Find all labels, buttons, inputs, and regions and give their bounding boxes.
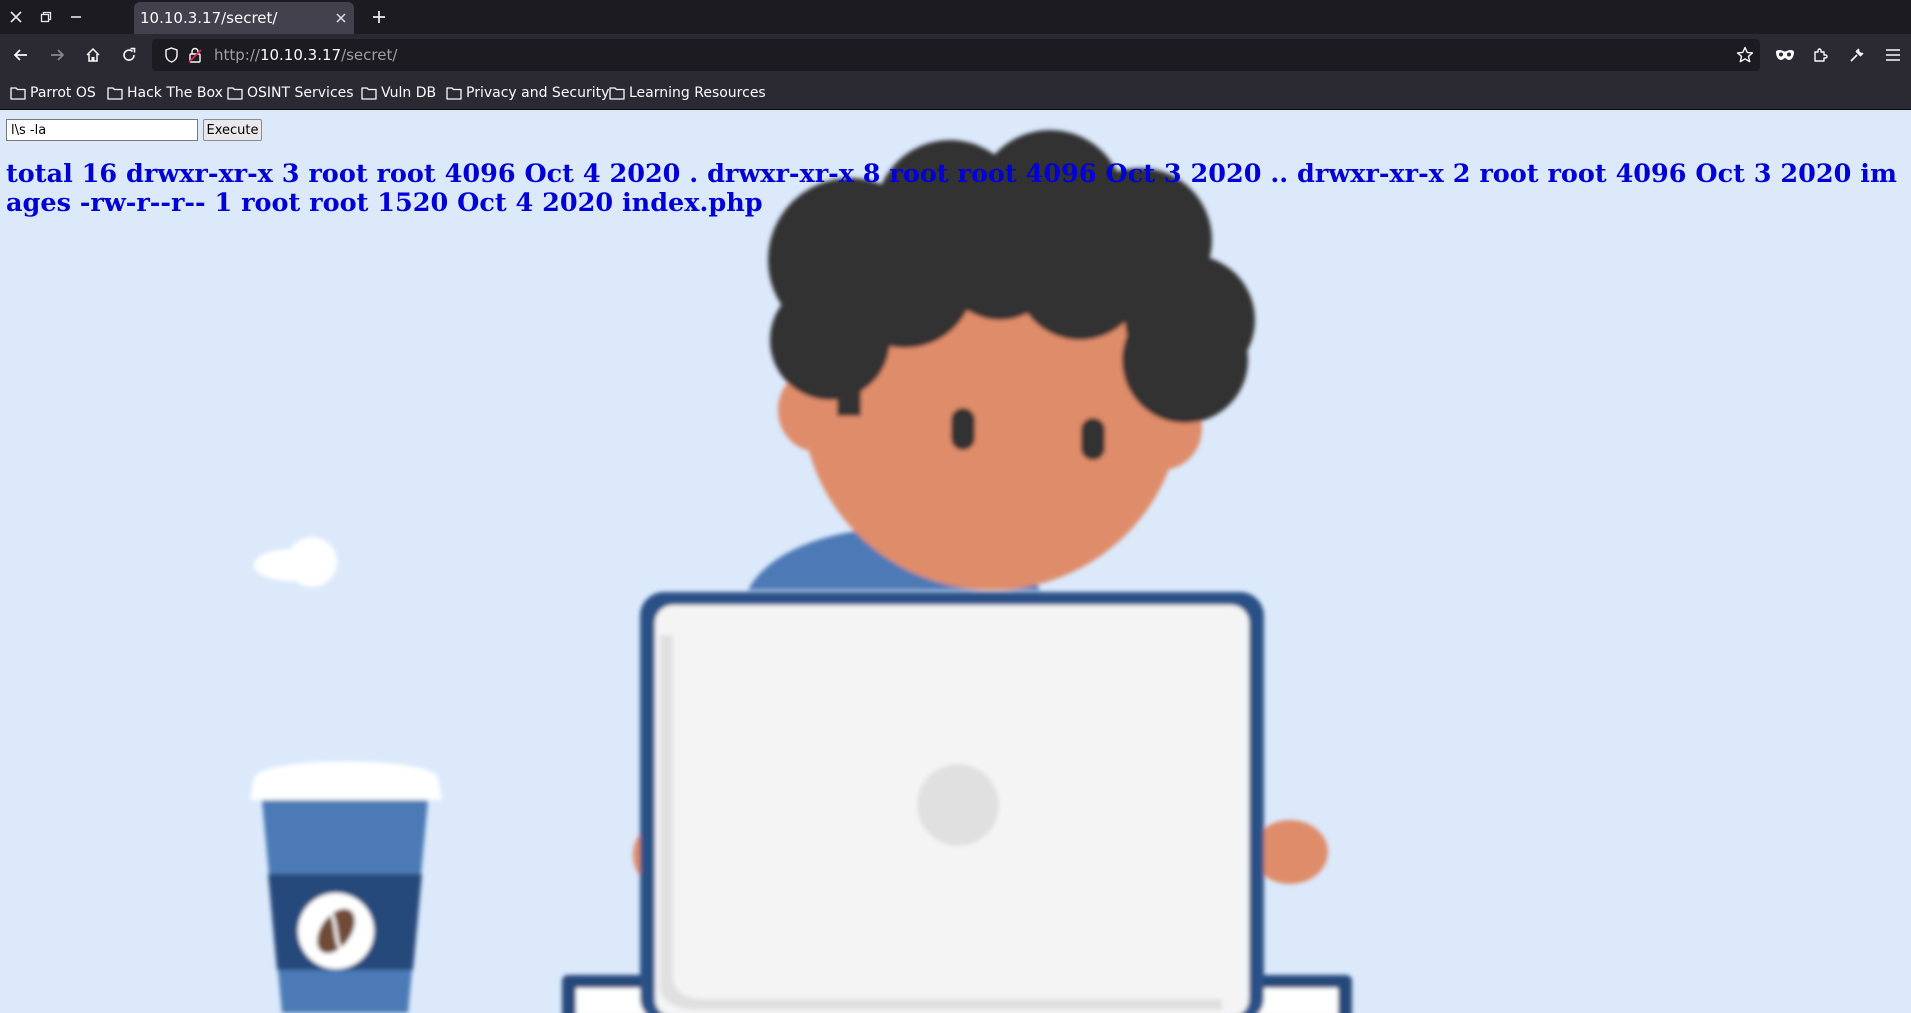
developer-tools-button[interactable]: [1840, 38, 1874, 72]
folder-icon: [227, 87, 243, 100]
url-scheme: http://: [214, 46, 260, 64]
bookmark-label: Parrot OS: [30, 85, 96, 101]
star-icon: [1736, 46, 1754, 63]
tab-close-button[interactable]: [336, 2, 346, 34]
hamburger-menu-icon: [1886, 49, 1900, 61]
app-menu-button[interactable]: [1876, 38, 1910, 72]
puzzle-icon: [1814, 48, 1828, 62]
minimize-window-button[interactable]: [61, 0, 91, 34]
background-illustration: [250, 130, 1352, 1013]
url-path: /secret/: [341, 46, 398, 64]
new-tab-button[interactable]: [364, 0, 394, 34]
bookmark-folder-hack-the-box[interactable]: Hack The Box: [107, 76, 223, 110]
title-bar: 10.10.3.17/secret/: [0, 0, 1911, 34]
bookmark-label: Hack The Box: [127, 85, 223, 101]
address-bar[interactable]: http://10.10.3.17/secret/: [152, 39, 1760, 71]
coffee-cup-shape: [250, 761, 442, 1013]
reload-icon: [123, 47, 136, 61]
close-icon: [10, 11, 22, 23]
plus-icon: [373, 11, 385, 23]
bookmark-folder-parrot-os[interactable]: Parrot OS: [10, 76, 96, 110]
mask-icon: [1776, 50, 1794, 60]
bookmark-label: OSINT Services: [247, 85, 354, 101]
arrow-right-icon: [51, 49, 65, 61]
private-browsing-button[interactable]: [1768, 38, 1802, 72]
close-window-button[interactable]: [1, 0, 31, 34]
command-output: total 16 drwxr-xr-x 3 root root 4096 Oct…: [6, 159, 1897, 218]
web-page-content: Execute total 16 drwxr-xr-x 3 root root …: [0, 110, 1911, 1013]
bookmark-folder-learning-resources[interactable]: Learning Resources: [609, 76, 766, 110]
folder-icon: [446, 87, 462, 100]
url-text[interactable]: http://10.10.3.17/secret/: [214, 39, 397, 71]
restore-icon: [40, 11, 52, 23]
folder-icon: [107, 87, 123, 100]
command-input[interactable]: [6, 119, 198, 141]
insecure-lock-icon[interactable]: [188, 47, 202, 67]
back-button[interactable]: [4, 38, 38, 72]
laptop-shape: [640, 592, 1264, 1013]
bookmark-star-button[interactable]: [1736, 46, 1754, 68]
execute-button[interactable]: Execute: [203, 119, 262, 141]
restore-window-button[interactable]: [31, 0, 61, 34]
bookmark-label: Vuln DB: [381, 85, 437, 101]
home-icon: [86, 47, 100, 62]
folder-icon: [609, 87, 625, 100]
forward-button[interactable]: [40, 38, 74, 72]
folder-icon: [361, 87, 377, 100]
reload-button[interactable]: [112, 38, 146, 72]
bookmark-label: Privacy and Security: [466, 85, 610, 101]
folder-icon: [10, 87, 26, 100]
bookmark-folder-vuln-db[interactable]: Vuln DB: [361, 76, 436, 110]
bookmarks-toolbar: Parrot OS Hack The Box OSINT Services Vu…: [0, 76, 1911, 110]
arrow-left-icon: [13, 49, 27, 61]
bookmark-folder-osint-services[interactable]: OSINT Services: [227, 76, 354, 110]
url-host: 10.10.3.17: [259, 46, 342, 64]
extensions-button[interactable]: [1804, 38, 1838, 72]
cloud-shape: [254, 537, 337, 587]
tab-title: 10.10.3.17/secret/: [140, 9, 278, 27]
bookmark-folder-privacy-and-security[interactable]: Privacy and Security: [446, 76, 609, 110]
navigation-toolbar: http://10.10.3.17/secret/: [0, 34, 1911, 76]
tracking-protection-shield-icon[interactable]: [164, 47, 179, 67]
tab-active[interactable]: 10.10.3.17/secret/: [134, 2, 354, 34]
wrench-icon: [1850, 48, 1864, 62]
home-button[interactable]: [76, 38, 110, 72]
minimize-icon: [71, 16, 81, 18]
bookmark-label: Learning Resources: [629, 85, 766, 101]
close-icon: [336, 13, 346, 23]
